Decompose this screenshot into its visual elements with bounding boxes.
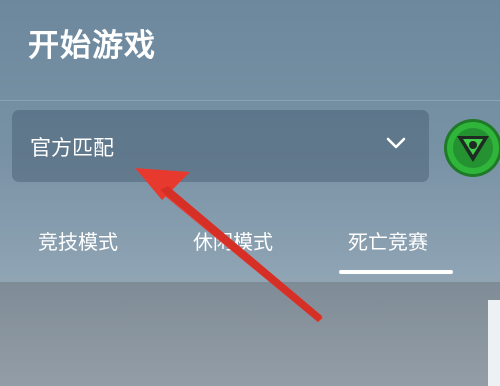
mode-tabs: 竞技模式 休闲模式 死亡竞赛 [0,220,500,280]
tab-casual[interactable]: 休闲模式 [193,226,273,255]
match-type-selected: 官方匹配 [30,136,114,160]
header-divider [0,100,500,101]
rank-emblem-icon[interactable] [443,118,500,178]
chevron-down-icon [386,137,406,149]
tab-competitive[interactable]: 竞技模式 [38,226,118,255]
match-type-dropdown[interactable]: 官方匹配 [12,110,429,182]
tab-deathmatch[interactable]: 死亡竞赛 [348,226,428,255]
page-title: 开始游戏 [28,28,156,64]
panel-edge [488,300,500,386]
active-tab-indicator [339,270,453,274]
content-area [0,282,500,386]
